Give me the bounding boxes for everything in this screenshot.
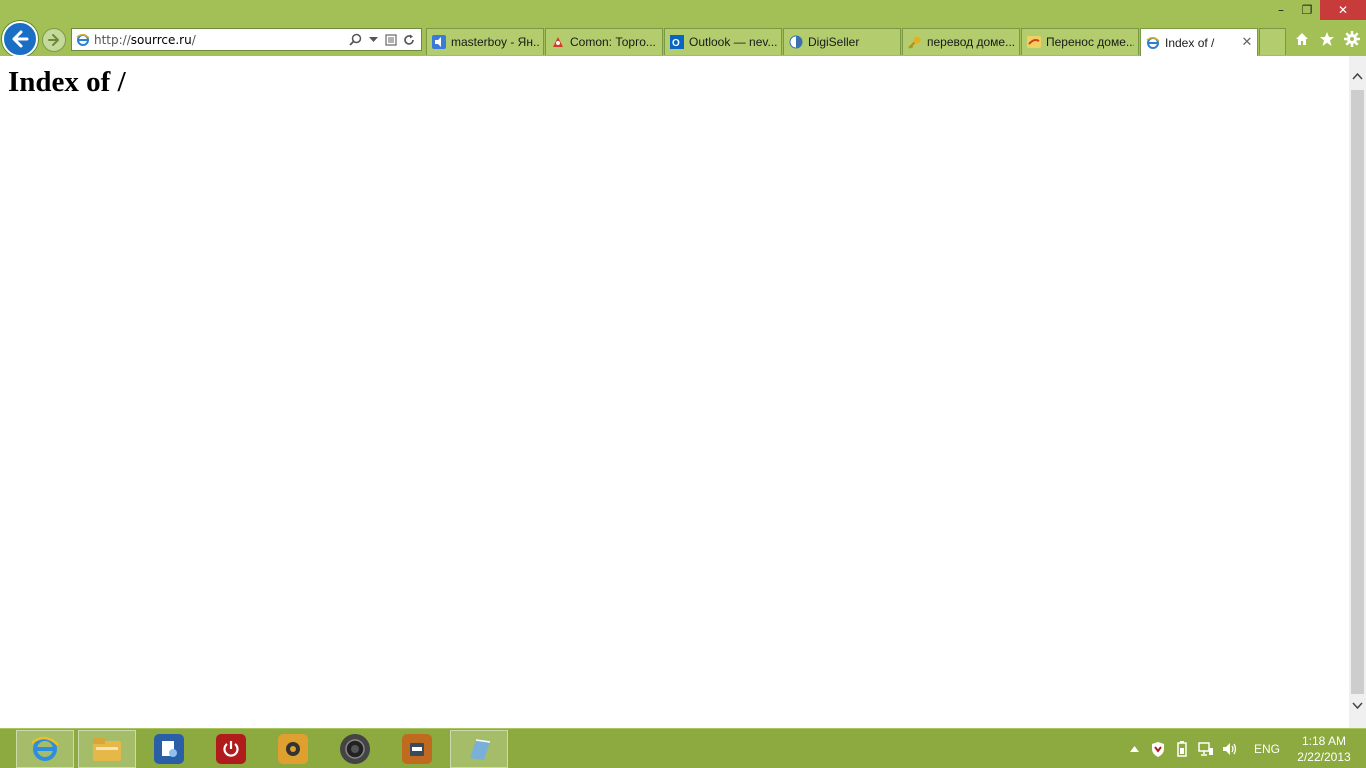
url-suffix: /: [191, 32, 196, 47]
tab-label: Comon: Торго...: [570, 35, 656, 49]
close-button[interactable]: ✕: [1320, 0, 1366, 20]
settings-app-icon: [154, 734, 184, 764]
restore-button[interactable]: ❐: [1294, 0, 1320, 20]
compatibility-icon[interactable]: [383, 32, 399, 48]
minimize-button[interactable]: –: [1268, 0, 1294, 20]
rocket-icon: [550, 34, 566, 50]
favorites-star-icon[interactable]: [1318, 30, 1335, 47]
tab-perevod[interactable]: перевод доме...: [902, 28, 1020, 55]
forward-button[interactable]: [42, 28, 66, 52]
taskbar-media-app[interactable]: [264, 730, 322, 768]
tab-label: Outlook — nev...: [689, 35, 777, 49]
ie-icon: [1145, 35, 1161, 51]
scroll-down-icon[interactable]: [1349, 697, 1366, 714]
half-circle-icon: [788, 34, 804, 50]
input-language[interactable]: ENG: [1242, 742, 1292, 756]
new-tab-button[interactable]: [1259, 28, 1286, 55]
tab-digiseller[interactable]: DigiSeller: [783, 28, 901, 55]
battery-icon[interactable]: [1170, 741, 1194, 757]
show-desktop-button[interactable]: [1356, 729, 1366, 768]
toolbar-right: [1293, 30, 1360, 47]
tab-label: Перенос доме...: [1046, 35, 1134, 49]
speaker-icon: [431, 34, 447, 50]
taskbar-settings-app[interactable]: [140, 730, 198, 768]
notes-icon: [464, 734, 494, 764]
clock-date: 2/22/2013: [1297, 750, 1351, 764]
tab-label: Index of /: [1165, 35, 1215, 50]
address-bar[interactable]: http://sourrce.ru/: [71, 28, 422, 51]
taskbar-power-app[interactable]: [202, 730, 260, 768]
taskbar: ENG 1:18 AM 2/22/2013: [0, 728, 1366, 768]
clock[interactable]: 1:18 AM 2/22/2013: [1292, 733, 1356, 765]
ie-page-icon: [72, 33, 94, 47]
folder-icon: [92, 734, 122, 764]
tab-masterboy[interactable]: masterboy - Ян...: [426, 28, 544, 55]
address-url[interactable]: http://sourrce.ru/: [94, 33, 347, 47]
site-icon: [1026, 34, 1042, 50]
outlook-icon: O: [669, 34, 685, 50]
internet-explorer-icon: [30, 734, 60, 764]
tab-label: DigiSeller: [808, 35, 860, 49]
window-controls: – ❐ ✕: [1268, 0, 1366, 20]
power-icon: [216, 734, 246, 764]
url-prefix: http://: [94, 32, 131, 47]
gear-icon[interactable]: [1343, 30, 1360, 47]
tab-outlook[interactable]: O Outlook — nev...: [664, 28, 782, 55]
tab-label: перевод доме...: [927, 35, 1015, 49]
taskbar-notes-app[interactable]: [450, 730, 508, 768]
page-heading: Index of /: [8, 66, 126, 98]
taskbar-internet-explorer[interactable]: [16, 730, 74, 768]
network-icon[interactable]: [1194, 742, 1218, 756]
tab-label: masterboy - Ян...: [451, 35, 539, 49]
scroll-thumb[interactable]: [1351, 90, 1364, 694]
url-domain: sourrce.ru: [130, 32, 192, 47]
doc-icon: [402, 734, 432, 764]
arrow-right-icon: [48, 34, 59, 46]
taskbar-doc-app[interactable]: [388, 730, 446, 768]
dropdown-icon[interactable]: [365, 32, 381, 48]
scroll-up-icon[interactable]: [1349, 68, 1366, 85]
tab-comon[interactable]: Comon: Торго...: [545, 28, 663, 55]
arrow-left-icon: [12, 30, 29, 48]
search-icon[interactable]: [347, 32, 363, 48]
system-tray: ENG 1:18 AM 2/22/2013: [1122, 729, 1366, 768]
back-button[interactable]: [2, 21, 38, 57]
media-icon: [278, 734, 308, 764]
speaker-app-icon: [340, 734, 370, 764]
tab-strip: masterboy - Ян... Comon: Торго... O Outl…: [426, 28, 1286, 56]
tray-expand-icon[interactable]: [1122, 746, 1146, 752]
browser-chrome: – ❐ ✕ http://sourrce.ru/ masterboy - Ян.…: [0, 0, 1366, 57]
antivirus-shield-icon[interactable]: [1146, 741, 1170, 757]
svg-text:O: O: [672, 38, 680, 49]
close-tab-icon[interactable]: ✕: [1241, 35, 1253, 50]
volume-icon[interactable]: [1218, 742, 1242, 756]
page-viewport: Index of /: [0, 56, 1349, 728]
refresh-icon[interactable]: [401, 32, 417, 48]
key-icon: [907, 34, 923, 50]
taskbar-speaker-app[interactable]: [326, 730, 384, 768]
vertical-scrollbar[interactable]: [1349, 56, 1366, 728]
taskbar-file-explorer[interactable]: [78, 730, 136, 768]
tab-perenos[interactable]: Перенос доме...: [1021, 28, 1139, 55]
tab-index[interactable]: Index of / ✕: [1140, 28, 1258, 56]
home-icon[interactable]: [1293, 30, 1310, 47]
clock-time: 1:18 AM: [1301, 734, 1347, 748]
